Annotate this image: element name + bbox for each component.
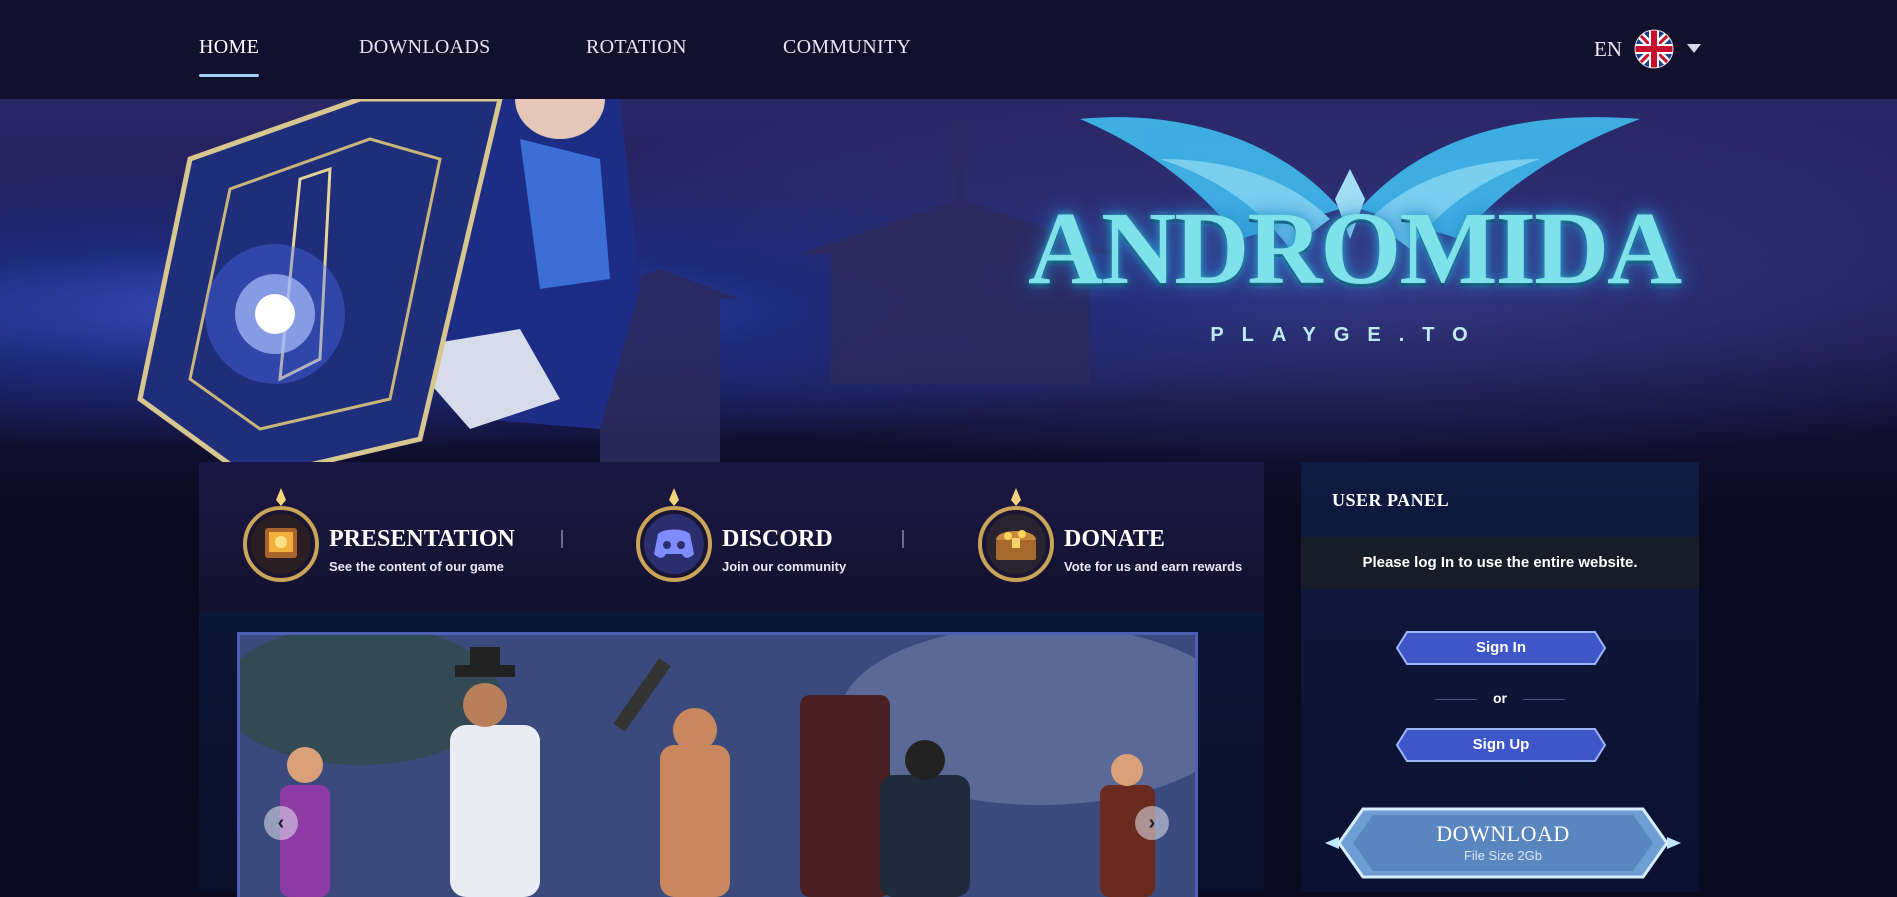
nav-community-label: COMMUNITY bbox=[783, 36, 912, 58]
language-code[interactable]: EN bbox=[1594, 37, 1622, 62]
divider bbox=[902, 530, 904, 548]
user-panel: USER PANEL Please log In to use the enti… bbox=[1301, 462, 1699, 892]
login-message: Please log In to use the entire website. bbox=[1301, 537, 1699, 589]
sign-in-label: Sign In bbox=[1476, 639, 1526, 656]
feature-subtitle: Vote for us and earn rewards bbox=[1064, 559, 1243, 574]
chevron-left-icon[interactable]: ‹ bbox=[264, 806, 298, 840]
feature-subtitle: Join our community bbox=[722, 559, 847, 574]
chevron-down-icon[interactable] bbox=[1687, 44, 1701, 53]
nav-home[interactable]: HOME bbox=[199, 36, 260, 77]
image-slider: ‹ › bbox=[199, 612, 1264, 897]
slide-artwork bbox=[240, 635, 1195, 897]
feature-subtitle: See the content of our game bbox=[329, 559, 504, 574]
sign-up-label: Sign Up bbox=[1472, 736, 1530, 753]
sign-in-button[interactable]: Sign In bbox=[1395, 630, 1607, 666]
divider bbox=[561, 530, 563, 548]
nav-home-label: HOME bbox=[199, 36, 260, 58]
nav-community[interactable]: COMMUNITY bbox=[783, 36, 911, 59]
feature-title: DISCORD bbox=[722, 526, 833, 552]
treasure-book-icon bbox=[243, 488, 319, 582]
download-title: DOWNLOAD bbox=[1436, 821, 1570, 846]
slider-image bbox=[237, 632, 1198, 897]
active-underline bbox=[199, 74, 260, 77]
nav-downloads-label: DOWNLOADS bbox=[359, 36, 491, 58]
game-logo-subtitle: PLAYGE.TO bbox=[1210, 324, 1486, 346]
feature-title: DONATE bbox=[1064, 526, 1165, 552]
nav-rotation[interactable]: ROTATION bbox=[586, 36, 687, 59]
nav-downloads[interactable]: DOWNLOADS bbox=[359, 36, 491, 59]
panel-title: USER PANEL bbox=[1332, 490, 1450, 510]
divider bbox=[1523, 699, 1565, 700]
sign-up-button[interactable]: Sign Up bbox=[1395, 727, 1607, 763]
download-button[interactable]: DOWNLOAD File Size 2Gb bbox=[1325, 807, 1681, 879]
download-file-size: File Size 2Gb bbox=[1463, 848, 1543, 863]
discord-icon bbox=[636, 488, 712, 582]
top-navigation: HOME DOWNLOADS ROTATION COMMUNITY EN bbox=[0, 0, 1897, 99]
or-separator: or bbox=[1493, 690, 1507, 706]
hero-artwork bbox=[137, 99, 1640, 482]
hero-banner: ANDROMIDA PLAYGE.TO bbox=[0, 99, 1897, 519]
chevron-right-icon[interactable]: › bbox=[1135, 806, 1169, 840]
nav-rotation-label: ROTATION bbox=[586, 36, 687, 58]
game-logo-title: ANDROMIDA bbox=[1028, 191, 1682, 306]
feature-title: PRESENTATION bbox=[329, 526, 515, 552]
feature-bar: PRESENTATION See the content of our game… bbox=[199, 462, 1264, 612]
treasure-chest-icon bbox=[978, 488, 1054, 582]
uk-flag-icon[interactable] bbox=[1634, 29, 1674, 69]
